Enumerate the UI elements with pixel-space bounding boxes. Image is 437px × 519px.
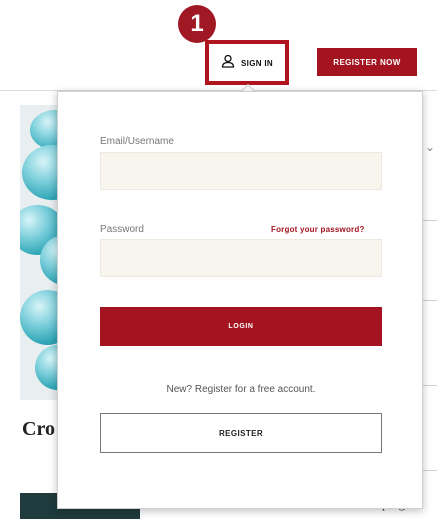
register-now-button[interactable]: REGISTER NOW [317,48,417,76]
chevron-down-icon[interactable]: ⌄ [425,140,435,154]
user-icon [221,54,235,73]
sign-in-button[interactable]: SIGN IN [209,48,285,78]
forgot-password-link[interactable]: Forgot your password? [271,225,365,234]
email-label: Email/Username [100,136,174,147]
login-popup: Email/Username Password Forgot your pass… [57,91,423,509]
article-headline[interactable]: Cro [22,418,55,441]
register-button[interactable]: REGISTER [100,413,382,453]
email-field[interactable] [100,152,382,190]
password-field[interactable] [100,239,382,277]
register-prompt: New? Register for a free account. [166,384,316,395]
password-label: Password [100,224,144,235]
sign-in-label: SIGN IN [241,58,273,68]
login-button[interactable]: LOGIN [100,307,382,346]
step-number-badge: 1 [178,5,216,43]
